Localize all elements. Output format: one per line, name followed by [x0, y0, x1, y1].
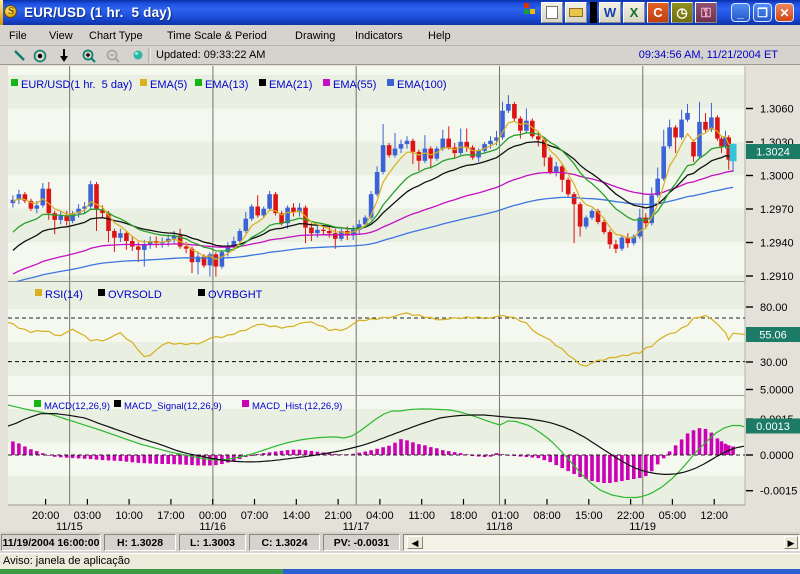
- svg-text:0.0013: 0.0013: [756, 421, 790, 433]
- svg-text:MACD(12,26,9): MACD(12,26,9): [44, 401, 110, 412]
- svg-text:OVRSOLD: OVRSOLD: [108, 289, 162, 301]
- svg-text:0.0000: 0.0000: [760, 450, 794, 462]
- svg-text:30.00: 30.00: [760, 357, 788, 369]
- svg-text:05:00: 05:00: [659, 510, 687, 522]
- svg-text:18:00: 18:00: [450, 510, 478, 522]
- svg-text:11:00: 11:00: [408, 510, 435, 522]
- svg-text:10:00: 10:00: [115, 510, 143, 522]
- svg-text:1.2940: 1.2940: [760, 238, 794, 250]
- svg-text:55.06: 55.06: [759, 330, 787, 342]
- svg-text:EMA(55): EMA(55): [333, 79, 376, 91]
- svg-text:07:00: 07:00: [241, 510, 269, 522]
- svg-text:1.3024: 1.3024: [756, 147, 790, 159]
- svg-text:1.2970: 1.2970: [760, 204, 794, 216]
- svg-text:RSI(14): RSI(14): [45, 289, 83, 301]
- svg-text:1.3000: 1.3000: [760, 171, 794, 183]
- svg-text:14:00: 14:00: [283, 510, 311, 522]
- svg-text:1.3060: 1.3060: [760, 104, 794, 116]
- svg-text:EMA(21): EMA(21): [269, 79, 312, 91]
- svg-text:80.00: 80.00: [760, 302, 788, 314]
- svg-text:04:00: 04:00: [366, 510, 394, 522]
- svg-text:MACD_Signal(12,26,9): MACD_Signal(12,26,9): [124, 401, 222, 412]
- svg-text:EMA(5): EMA(5): [150, 79, 187, 91]
- svg-text:17:00: 17:00: [157, 510, 185, 522]
- svg-text:OVRBGHT: OVRBGHT: [208, 289, 263, 301]
- svg-text:08:00: 08:00: [533, 510, 561, 522]
- svg-text:1.2910: 1.2910: [760, 271, 794, 283]
- svg-text:EMA(100): EMA(100): [397, 79, 447, 91]
- svg-text:12:00: 12:00: [700, 510, 728, 522]
- svg-text:15:00: 15:00: [575, 510, 603, 522]
- svg-text:-0.0015: -0.0015: [760, 486, 797, 498]
- svg-text:EMA(13): EMA(13): [205, 79, 248, 91]
- svg-text:EUR/USD(1 hr. 5 day): EUR/USD(1 hr. 5 day): [21, 79, 132, 91]
- svg-text:MACD_Hist.(12,26,9): MACD_Hist.(12,26,9): [252, 401, 342, 412]
- svg-text:5.0000: 5.0000: [760, 385, 794, 397]
